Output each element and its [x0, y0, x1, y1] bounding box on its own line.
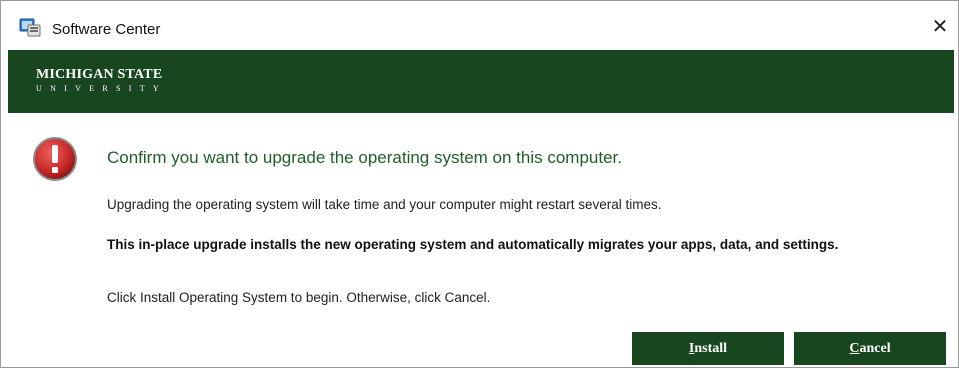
close-icon: ✕: [931, 16, 949, 38]
close-button[interactable]: ✕: [928, 15, 952, 39]
install-button[interactable]: Install: [632, 332, 784, 365]
msu-banner: MICHIGAN STATE UNIVERSITY: [8, 50, 954, 113]
software-center-app-icon: [19, 18, 41, 37]
error-icon: [33, 137, 77, 181]
cancel-button[interactable]: Cancel: [794, 332, 946, 365]
dialog-paragraph-migration: This in-place upgrade installs the new o…: [107, 237, 839, 252]
install-label: nstall: [694, 341, 728, 356]
cancel-mnemonic: C: [849, 341, 860, 356]
logo-line-university: UNIVERSITY: [36, 84, 167, 93]
logo-line-michigan-state: MICHIGAN STATE: [36, 67, 163, 82]
software-center-window: Software Center ✕ MICHIGAN STATE UNIVERS…: [0, 0, 959, 368]
title-bar: Software Center ✕: [1, 1, 958, 49]
window-title: Software Center: [52, 21, 161, 38]
cancel-label: ancel: [859, 341, 891, 356]
msu-logo: MICHIGAN STATE UNIVERSITY: [36, 67, 167, 93]
dialog-paragraph-restart: Upgrading the operating system will take…: [107, 197, 662, 212]
dialog-headline: Confirm you want to upgrade the operatin…: [107, 148, 622, 167]
dialog-paragraph-instructions: Click Install Operating System to begin.…: [107, 290, 491, 305]
